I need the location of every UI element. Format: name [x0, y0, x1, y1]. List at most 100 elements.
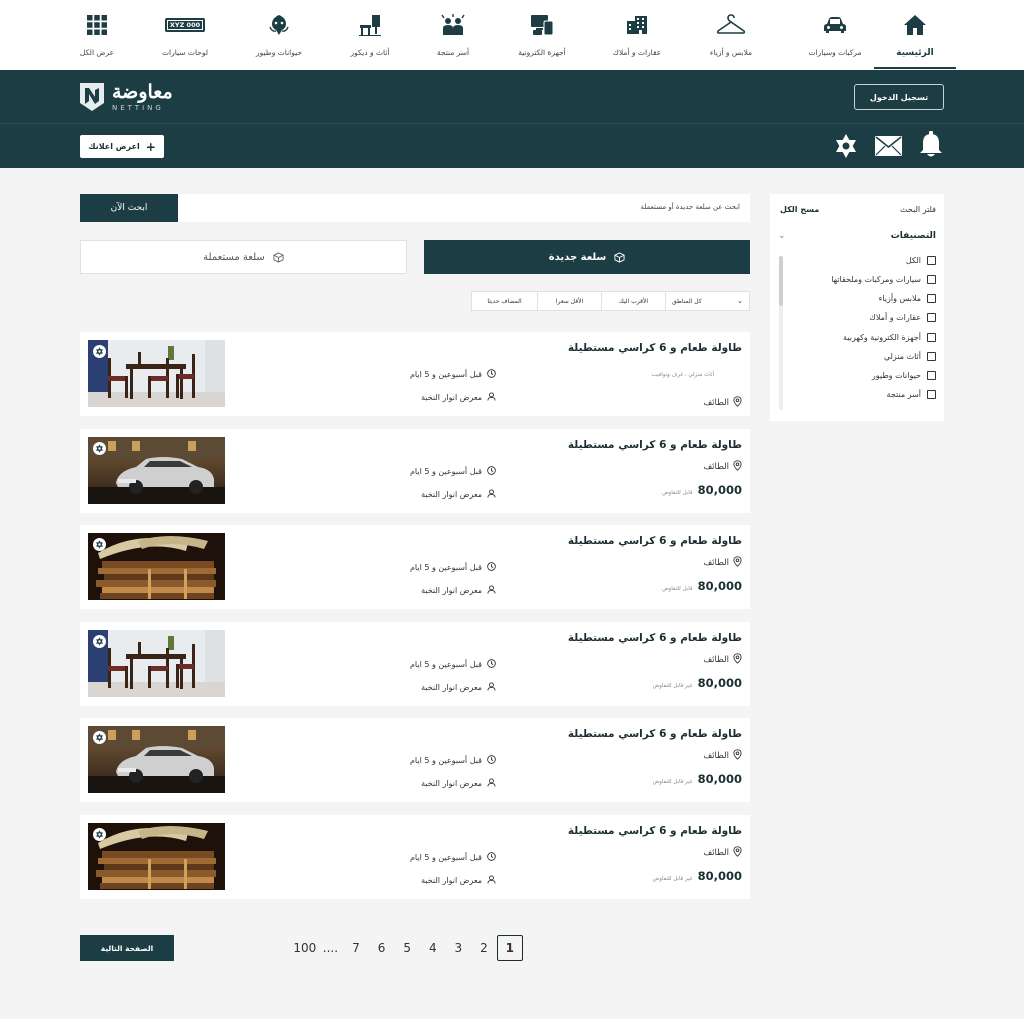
site-logo[interactable]: معاوضة NETTING	[80, 82, 173, 112]
checkbox[interactable]	[927, 352, 936, 361]
checkbox[interactable]	[927, 256, 936, 265]
sort-filter-bar: كل المناطق ⌄ الأقرب اليك الأقل سعرا المض…	[471, 291, 750, 311]
post-ad-button[interactable]: اعرض اعلانك +	[80, 135, 164, 158]
listing-image[interactable]	[88, 340, 225, 407]
site-header: معاوضة NETTING تسجيل الدخول اعرض اعلانك …	[0, 70, 1024, 168]
clear-all-link[interactable]: مسح الكل	[780, 205, 819, 214]
region-select[interactable]: كل المناطق ⌄	[665, 292, 749, 310]
listing-card[interactable]: طاولة طعام و 6 كراسي مستطيلة أثاث منزلي ،…	[80, 332, 750, 416]
listing-title[interactable]: طاولة طعام و 6 كراسي مستطيلة	[568, 632, 742, 644]
listing-title[interactable]: طاولة طعام و 6 كراسي مستطيلة	[568, 825, 742, 837]
category-checkbox-electronics[interactable]: أجهزة الكترونية وكهربية	[843, 333, 936, 342]
categories-heading[interactable]: التصنيفات	[891, 231, 936, 241]
listing-price: غير قابل للتفاوض 80,000	[653, 869, 742, 883]
checkbox[interactable]	[927, 333, 936, 342]
clock-icon	[487, 755, 496, 766]
listing-card[interactable]: طاولة طعام و 6 كراسي مستطيلة الطائف قابل ل…	[80, 525, 750, 609]
used-item-tab[interactable]: سلعة مستعملة	[80, 240, 407, 274]
listing-subtitle: أثاث منزلي ، غرف ونوافيب	[651, 372, 714, 378]
checkbox[interactable]	[927, 390, 936, 399]
page-link[interactable]: 6	[369, 941, 395, 955]
nav-item-families[interactable]: أسر منتجة	[408, 12, 498, 57]
page-link[interactable]: 2	[471, 941, 497, 955]
listing-title[interactable]: طاولة طعام و 6 كراسي مستطيلة	[568, 439, 742, 451]
time-label: قبل أسبوعين و 5 ايام	[409, 660, 482, 669]
sidebar-scrollbar[interactable]	[779, 256, 783, 410]
category-checkbox-all[interactable]: الكل	[906, 256, 936, 265]
location-label: الطائف	[703, 655, 729, 665]
next-page-button[interactable]: الصفحة التالية	[80, 935, 174, 961]
sort-newest[interactable]: المضاف حديثا	[472, 292, 537, 310]
favorite-star-icon[interactable]	[93, 731, 106, 744]
listing-image[interactable]	[88, 437, 225, 504]
nav-item-electronics[interactable]: أجهزة الكترونية	[497, 12, 587, 57]
bell-icon[interactable]	[920, 131, 942, 162]
listing-seller[interactable]: معرض انوار النخبة	[421, 778, 496, 789]
listing-seller[interactable]: معرض انوار النخبة	[421, 875, 496, 886]
page-link[interactable]: 3	[446, 941, 472, 955]
sort-cheapest[interactable]: الأقل سعرا	[537, 292, 601, 310]
listing-time: قبل أسبوعين و 5 ايام	[410, 466, 496, 477]
listing-title[interactable]: طاولة طعام و 6 كراسي مستطيلة	[568, 728, 742, 740]
category-checkbox-furniture[interactable]: أثاث منزلي	[884, 352, 936, 361]
scrollbar-thumb[interactable]	[779, 256, 783, 306]
listing-card[interactable]: طاولة طعام و 6 كراسي مستطيلة الطائف غير قا…	[80, 815, 750, 899]
listing-title[interactable]: طاولة طعام و 6 كراسي مستطيلة	[568, 535, 742, 547]
listing-card[interactable]: طاولة طعام و 6 كراسي مستطيلة الطائف غير قا…	[80, 718, 750, 802]
search-button[interactable]: ابحث الآن	[80, 194, 178, 222]
search-input[interactable]: ابحث عن سلعة جديدة أو مستعملة ابحث الآن	[80, 194, 750, 222]
listing-image[interactable]	[88, 726, 225, 793]
listing-seller[interactable]: معرض انوار النخبة	[421, 392, 496, 403]
login-button[interactable]: تسجيل الدخول	[854, 84, 944, 110]
favorite-star-icon[interactable]	[93, 635, 106, 648]
category-checkbox-families[interactable]: أسر منتجة	[887, 390, 936, 399]
devices-icon	[497, 12, 587, 38]
star-of-david-icon[interactable]	[833, 133, 859, 163]
favorite-star-icon[interactable]	[93, 345, 106, 358]
category-checkbox-vehicles[interactable]: سيارات ومركبات وملحقاتها	[831, 275, 936, 284]
nav-item-view-all[interactable]: عرض الكل	[52, 12, 142, 57]
new-item-tab[interactable]: سلعة جديدة	[424, 240, 750, 274]
listing-image[interactable]	[88, 630, 225, 697]
page-link[interactable]: 7	[343, 941, 369, 955]
page-link[interactable]: 1	[496, 935, 523, 961]
listing-card[interactable]: طاولة طعام و 6 كراسي مستطيلة الطائف قابل ل…	[80, 429, 750, 513]
nav-item-label: الرئيسية	[896, 48, 934, 58]
chevron-down-icon[interactable]: ⌄	[778, 231, 786, 241]
time-label: قبل أسبوعين و 5 ايام	[409, 756, 482, 765]
category-checkbox-animals[interactable]: حيوانات وطيور	[872, 371, 936, 380]
checkbox[interactable]	[927, 275, 936, 284]
listing-time: قبل أسبوعين و 5 ايام	[410, 562, 496, 573]
nav-item-home[interactable]: الرئيسية	[870, 12, 960, 69]
category-checkbox-realestate[interactable]: عقارات و أملاك	[869, 313, 936, 322]
listing-image[interactable]	[88, 823, 225, 890]
nav-item-realestate[interactable]: عقارات و أملاك	[592, 12, 682, 57]
nav-item-clothes[interactable]: ملابس و أزياء	[686, 12, 776, 57]
favorite-star-icon[interactable]	[93, 538, 106, 551]
listing-seller[interactable]: معرض انوار النخبة	[421, 682, 496, 693]
category-checkbox-clothes[interactable]: ملابس وأزياء	[879, 294, 936, 303]
listing-seller[interactable]: معرض انوار النخبة	[421, 585, 496, 596]
sort-nearest[interactable]: الأقرب اليك	[601, 292, 665, 310]
favorite-star-icon[interactable]	[93, 442, 106, 455]
listing-seller[interactable]: معرض انوار النخبة	[421, 489, 496, 500]
nav-item-furniture[interactable]: أثاث و ديكور	[325, 12, 415, 57]
nav-item-animals[interactable]: حيوانات وطيور	[234, 12, 324, 57]
favorite-star-icon[interactable]	[93, 828, 106, 841]
listing-image[interactable]	[88, 533, 225, 600]
time-label: قبل أسبوعين و 5 ايام	[409, 853, 482, 862]
page-link[interactable]: 5	[394, 941, 420, 955]
checkbox[interactable]	[927, 313, 936, 322]
mail-icon[interactable]	[875, 136, 902, 160]
negotiable-label: غير قابل للتفاوض	[652, 779, 693, 785]
family-icon	[408, 12, 498, 38]
checkbox[interactable]	[927, 371, 936, 380]
building-icon	[592, 12, 682, 38]
page-link[interactable]: 100	[292, 941, 318, 955]
listing-title[interactable]: طاولة طعام و 6 كراسي مستطيلة	[568, 342, 742, 354]
nav-item-plates[interactable]: XYZ 000 لوحات سيارات	[140, 12, 230, 57]
page-link[interactable]: 4	[420, 941, 446, 955]
listing-card[interactable]: طاولة طعام و 6 كراسي مستطيلة الطائف غير قا…	[80, 622, 750, 706]
checkbox[interactable]	[927, 294, 936, 303]
nav-item-vehicles[interactable]: مركبات وسيارات	[790, 12, 880, 57]
